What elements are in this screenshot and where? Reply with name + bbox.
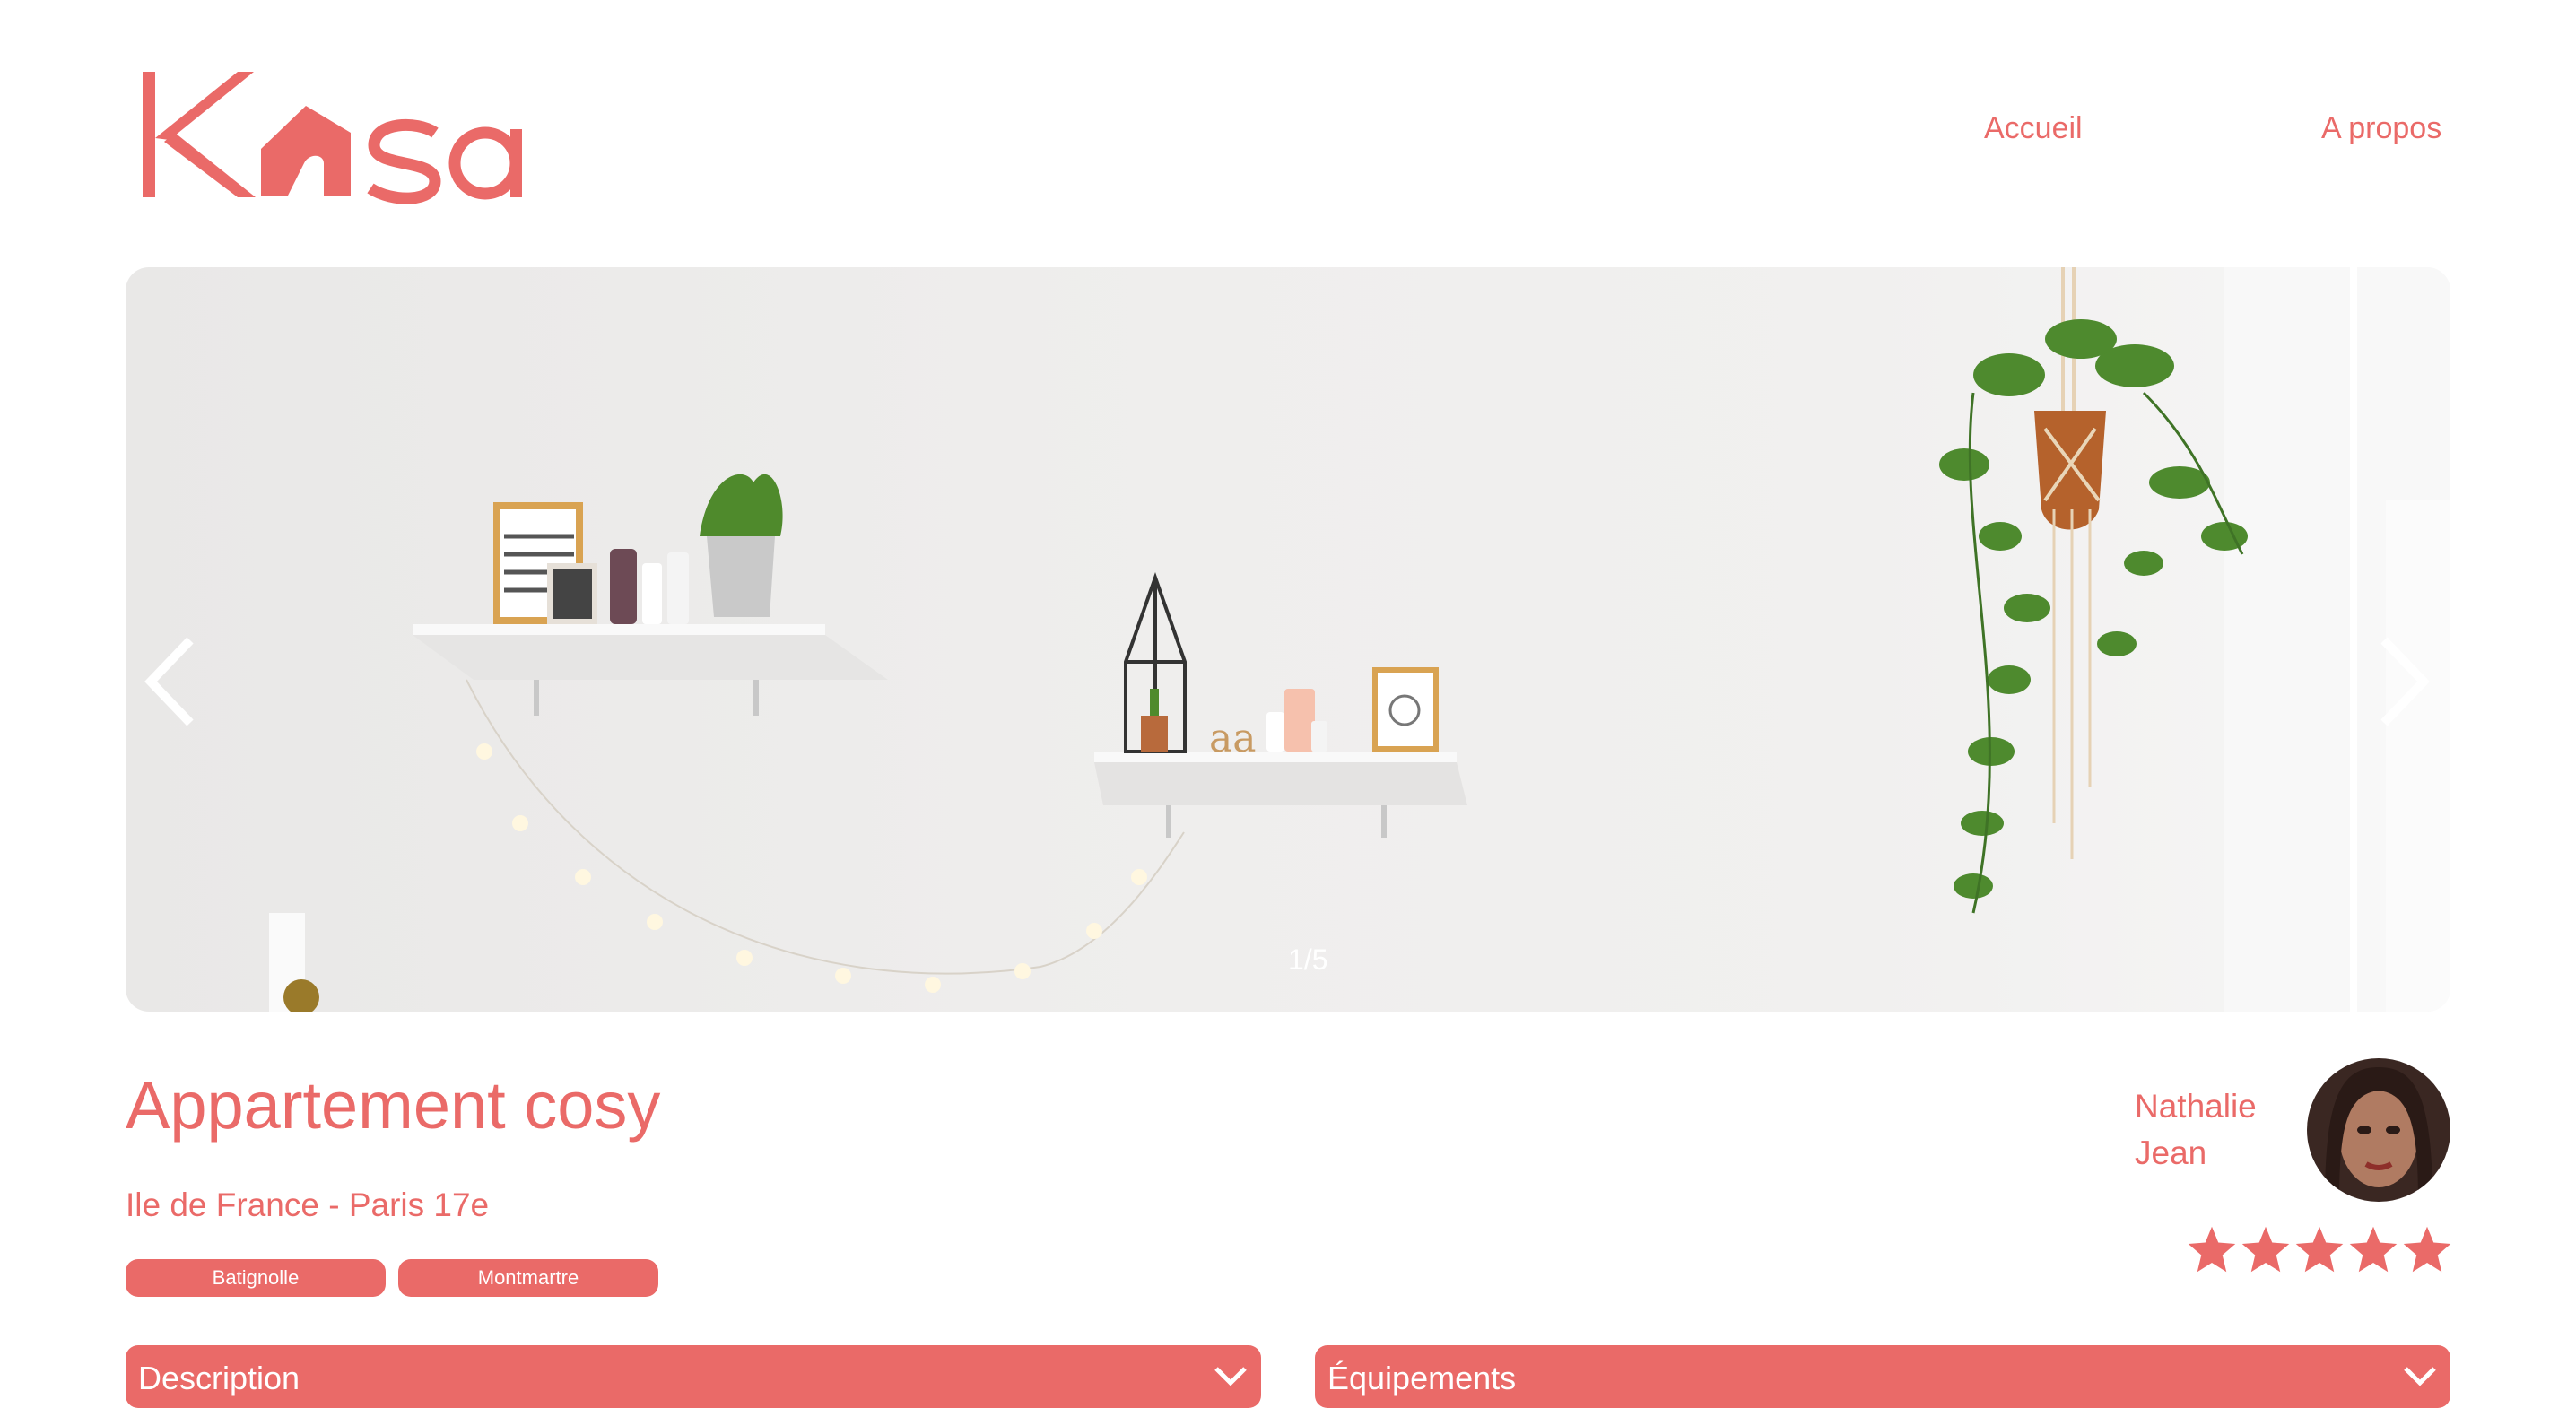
- star-icon: [2403, 1226, 2451, 1273]
- star-icon: [2241, 1226, 2290, 1273]
- chevron-right-icon[interactable]: [2368, 628, 2440, 735]
- host-last-name: Jean: [2135, 1134, 2207, 1171]
- host-name: Nathalie Jean: [2135, 1083, 2287, 1177]
- star-icon: [2349, 1226, 2398, 1273]
- tag-list: Batignolle Montmartre: [126, 1259, 658, 1297]
- chevron-down-icon[interactable]: [1213, 1365, 1249, 1388]
- chevron-down-icon[interactable]: [2402, 1365, 2438, 1388]
- description-title: Description: [138, 1360, 300, 1396]
- listing-title: Appartement cosy: [126, 1068, 661, 1143]
- host-first-name: Nathalie: [2135, 1088, 2257, 1125]
- star-icon: [2188, 1226, 2236, 1273]
- listing-photo: aa: [269, 267, 2450, 1012]
- carousel-counter: 1/5: [1288, 943, 1328, 976]
- photo-carousel: aa: [126, 267, 2450, 1012]
- rating-stars: [2185, 1223, 2454, 1277]
- host-avatar: [2307, 1058, 2450, 1202]
- nav-home-link[interactable]: Accueil: [1984, 111, 2083, 146]
- nav-about-link[interactable]: A propos: [2321, 111, 2441, 146]
- equipment-title: Équipements: [1327, 1360, 1517, 1396]
- tag: Batignolle: [126, 1259, 386, 1297]
- chevron-left-icon[interactable]: [135, 628, 206, 735]
- listing-location: Ile de France - Paris 17e: [126, 1186, 490, 1223]
- svg-text:aa: aa: [1209, 716, 1256, 761]
- tag: Montmartre: [398, 1259, 658, 1297]
- star-icon: [2295, 1226, 2344, 1273]
- kasa-logo: [143, 72, 522, 204]
- description-collapse[interactable]: Description: [126, 1345, 1261, 1408]
- equipment-collapse[interactable]: Équipements: [1315, 1345, 2450, 1408]
